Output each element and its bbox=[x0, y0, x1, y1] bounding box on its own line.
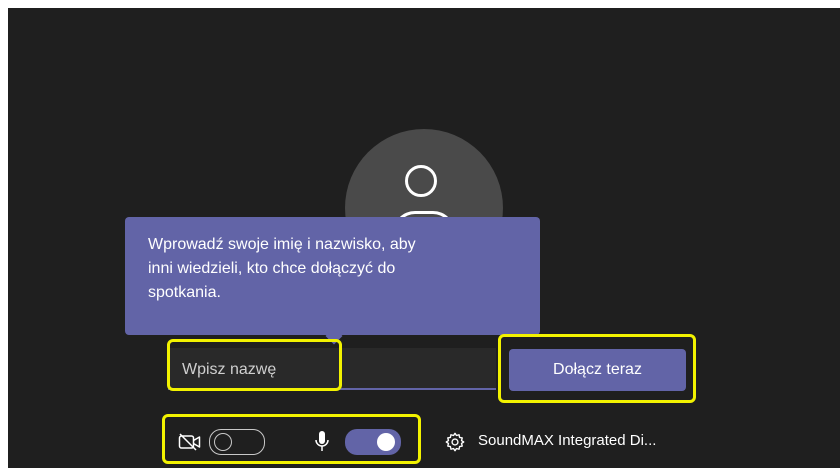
microphone-toggle[interactable] bbox=[345, 429, 401, 455]
camera-toggle-knob bbox=[214, 433, 232, 451]
audio-device-label[interactable]: SoundMAX Integrated Di... bbox=[478, 432, 656, 449]
camera-toggle[interactable] bbox=[209, 429, 265, 455]
tooltip-line-2: inni wiedzieli, kto chce dołączyć do bbox=[148, 260, 396, 277]
join-now-button[interactable]: Dołącz teraz bbox=[509, 349, 686, 391]
avatar-head bbox=[405, 165, 437, 197]
tooltip-line-1: Wprowadź swoje imię i nazwisko, aby bbox=[148, 236, 416, 253]
microphone-icon bbox=[315, 431, 329, 451]
name-hint-tooltip: Wprowadź swoje imię i nazwisko, aby inni… bbox=[125, 217, 540, 335]
name-input[interactable] bbox=[168, 348, 496, 390]
tooltip-line-3: spotkania. bbox=[148, 284, 221, 301]
microphone-toggle-knob bbox=[377, 433, 395, 451]
camera-off-icon bbox=[178, 433, 201, 451]
gear-icon[interactable] bbox=[444, 431, 466, 453]
